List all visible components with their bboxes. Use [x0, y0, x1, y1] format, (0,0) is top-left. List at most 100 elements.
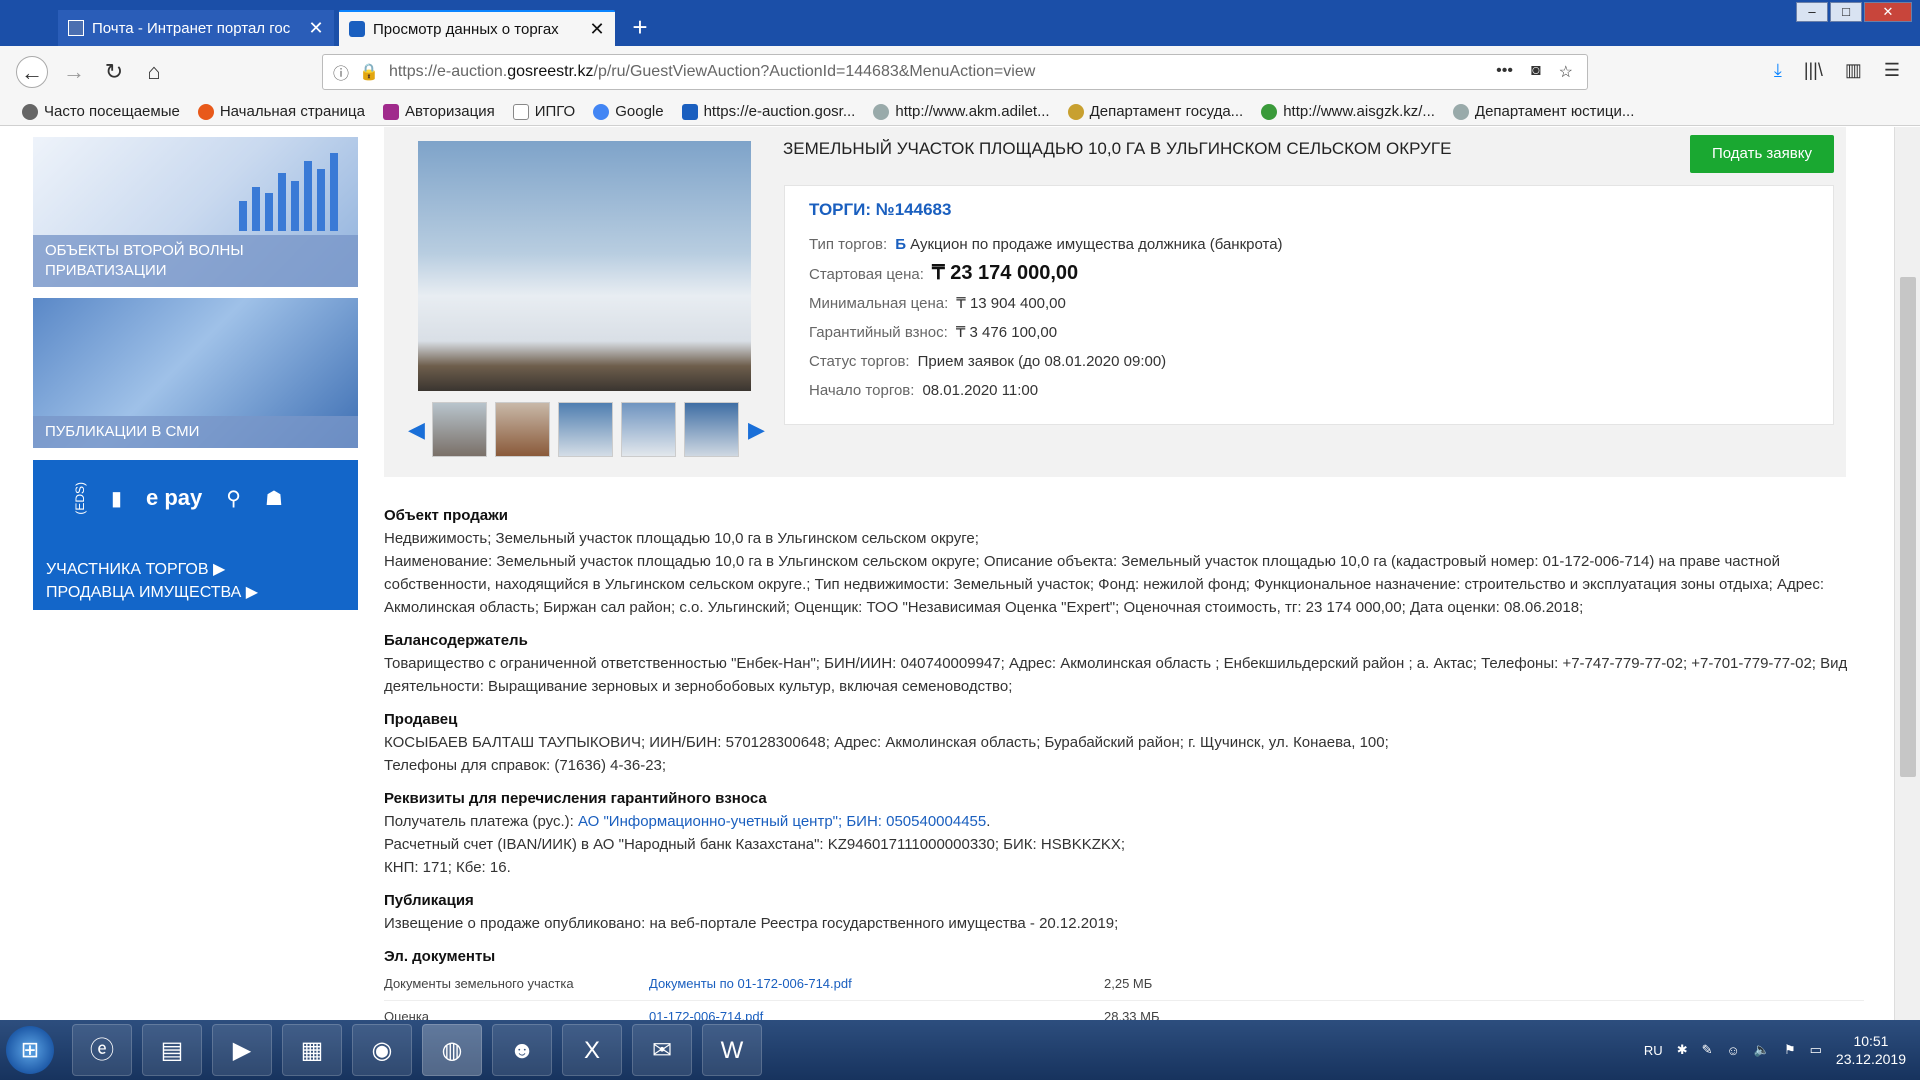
back-button[interactable]: ←	[16, 56, 48, 88]
page-scrollbar[interactable]	[1894, 127, 1920, 1020]
eds-icon: (EDS)	[73, 482, 87, 515]
main-photo[interactable]	[418, 141, 751, 391]
tray-app-icon[interactable]: ✎	[1702, 1042, 1713, 1058]
address-bar[interactable]: ⓘ 🔒 https://e-auction.gosreestr.kz/p/ru/…	[322, 54, 1588, 90]
lot-title: ЗЕМЕЛЬНЫЙ УЧАСТОК ПЛОЩАДЬЮ 10,0 ГА В УЛЬ…	[783, 139, 1452, 158]
new-tab-button[interactable]: +	[625, 12, 655, 43]
recipient-link[interactable]: АО "Информационно-учетный центр"; БИН: 0…	[578, 813, 986, 830]
url-text[interactable]: https://e-auction.gosreestr.kz/p/ru/Gues…	[389, 63, 1496, 81]
page-actions-icon[interactable]: •••	[1496, 62, 1513, 82]
field-label: Тип торгов:	[809, 236, 888, 253]
close-tab-icon[interactable]: ✕	[308, 18, 324, 39]
document-link[interactable]: Документы по 01-172-006-714.pdf	[649, 976, 852, 991]
mail-tab-favicon-icon	[68, 20, 84, 36]
sidebar-icon[interactable]: ▥	[1845, 60, 1862, 81]
gallery-next-icon[interactable]: ▶	[748, 417, 765, 443]
downloads-icon[interactable]: ⤓	[1774, 60, 1782, 81]
feather-icon	[382, 103, 399, 120]
gallery-thumbnail[interactable]	[684, 402, 739, 457]
network-icon[interactable]: ▭	[1810, 1042, 1822, 1058]
library-icon[interactable]: |||\	[1804, 60, 1823, 81]
people-app-icon[interactable]: ☻	[492, 1024, 552, 1076]
seller-link[interactable]: ПРОДАВЦА ИМУЩЕСТВА ▶	[46, 581, 258, 604]
pocket-icon[interactable]: ◙	[1531, 62, 1541, 82]
gallery-thumbnail[interactable]	[432, 402, 487, 457]
action-center-icon[interactable]: ⚑	[1784, 1042, 1796, 1058]
lot-details: Объект продажи Недвижимость; Земельный у…	[384, 494, 1864, 1020]
maximize-button[interactable]: □	[1830, 2, 1862, 22]
info-icon[interactable]: ⓘ	[333, 60, 349, 84]
bookmark-label: http://www.akm.adilet...	[895, 103, 1050, 120]
language-indicator[interactable]: RU	[1644, 1043, 1663, 1058]
field-label: Получатель платежа (рус.):	[384, 813, 574, 830]
document-size: 28,33 МБ	[1104, 1009, 1160, 1020]
section-heading: Реквизиты для перечисления гарантийного …	[384, 790, 767, 807]
lot-number: ТОРГИ: №144683	[809, 200, 952, 219]
close-window-button[interactable]: ✕	[1864, 2, 1912, 22]
lot-info-card: ТОРГИ: №144683 Тип торгов: Б Аукцион по п…	[784, 185, 1834, 425]
document-size: 2,25 МБ	[1104, 976, 1153, 991]
tab-mail[interactable]: Почта - Интранет портал гос ✕	[58, 10, 334, 46]
calculator-icon[interactable]: ▦	[282, 1024, 342, 1076]
gallery-thumbnail[interactable]	[495, 402, 550, 457]
outlook-icon[interactable]: ✉	[632, 1024, 692, 1076]
close-tab-icon[interactable]: ✕	[589, 19, 605, 40]
bookmark-label: Департамент госуда...	[1089, 103, 1244, 120]
start-button[interactable]: ⊞	[6, 1026, 54, 1074]
tray-app-icon[interactable]: ✱	[1677, 1042, 1688, 1058]
privatization-banner[interactable]: ОБЪЕКТЫ ВТОРОЙ ВОЛНЫ ПРИВАТИЗАЦИИ	[33, 137, 358, 287]
bookmark-item[interactable]: Авторизация	[382, 103, 495, 120]
bookmark-label: http://www.aisgzk.kz/...	[1283, 103, 1435, 120]
firefox-icon[interactable]: ◍	[422, 1024, 482, 1076]
requisites-codes: КНП: 171; Кбе: 16.	[384, 859, 511, 876]
bookmark-item[interactable]: Департамент госуда...	[1067, 103, 1244, 120]
bookmark-item[interactable]: Департамент юстици...	[1452, 103, 1634, 120]
globe-icon	[873, 103, 890, 120]
gallery-thumbnail[interactable]	[621, 402, 676, 457]
document-link[interactable]: 01-172-006-714.pdf	[649, 1009, 763, 1020]
bookmark-star-icon[interactable]: ☆	[1559, 62, 1573, 82]
media-player-icon[interactable]: ▶	[212, 1024, 272, 1076]
guarantee-fee: ₸ 3 476 100,00	[955, 324, 1058, 341]
bookmark-label: Начальная страница	[219, 103, 365, 120]
bookmark-item[interactable]: http://www.akm.adilet...	[873, 103, 1050, 120]
type-badge: Б	[895, 236, 906, 253]
volume-icon[interactable]: 🔈	[1754, 1042, 1770, 1058]
word-icon[interactable]: W	[702, 1024, 762, 1076]
gear-icon	[22, 103, 38, 120]
apply-button[interactable]: Подать заявку	[1690, 135, 1834, 173]
file-explorer-icon[interactable]: ▤	[142, 1024, 202, 1076]
forward-button[interactable]: →	[58, 56, 90, 88]
document-row: Документы земельного участка Документы п…	[384, 968, 1864, 1001]
gallery-thumbnail[interactable]	[558, 402, 613, 457]
section-heading: Эл. документы	[384, 948, 496, 965]
holder-text: Товарищество с ограниченной ответственно…	[384, 655, 1848, 695]
tab-auction[interactable]: Просмотр данных о торгах ✕	[339, 10, 615, 46]
reload-button[interactable]: ↻	[98, 56, 130, 88]
bookmark-item[interactable]: http://www.aisgzk.kz/...	[1261, 103, 1435, 120]
bookmark-item[interactable]: https://e-auction.gosr...	[681, 103, 855, 120]
clock[interactable]: 10:51 23.12.2019	[1836, 1032, 1906, 1068]
emblem-icon	[1067, 103, 1084, 120]
bookmark-item[interactable]: Google	[593, 103, 664, 120]
bookmark-item[interactable]: Часто посещаемые	[22, 103, 180, 120]
bookmark-item[interactable]: ИПГО	[512, 103, 575, 120]
chrome-icon[interactable]: ◉	[352, 1024, 412, 1076]
internet-explorer-icon[interactable]: ⓔ	[72, 1024, 132, 1076]
bookmark-item[interactable]: Начальная страница	[197, 103, 365, 120]
tray-app-icon[interactable]: ☺	[1727, 1043, 1740, 1058]
media-publications-banner[interactable]: ПУБЛИКАЦИИ В СМИ	[33, 298, 358, 448]
excel-icon[interactable]: X	[562, 1024, 622, 1076]
home-button[interactable]: ⌂	[138, 56, 170, 88]
participant-link[interactable]: УЧАСТНИКА ТОРГОВ ▶	[46, 558, 258, 581]
object-text: Недвижимость; Земельный участок площадью…	[384, 530, 979, 547]
epay-logo-icon: e pay	[146, 485, 203, 511]
scrollbar-thumb[interactable]	[1900, 277, 1916, 777]
gallery-prev-icon[interactable]: ◀	[408, 417, 425, 443]
bookmark-label: Авторизация	[404, 103, 495, 120]
requisites-recipient: Получатель платежа (рус.): АО "Информаци…	[384, 813, 991, 830]
tab-title: Почта - Интранет портал гос	[92, 19, 291, 37]
minimize-button[interactable]: –	[1796, 2, 1828, 22]
menu-icon[interactable]: ☰	[1884, 60, 1900, 81]
globe-icon	[1452, 103, 1469, 120]
